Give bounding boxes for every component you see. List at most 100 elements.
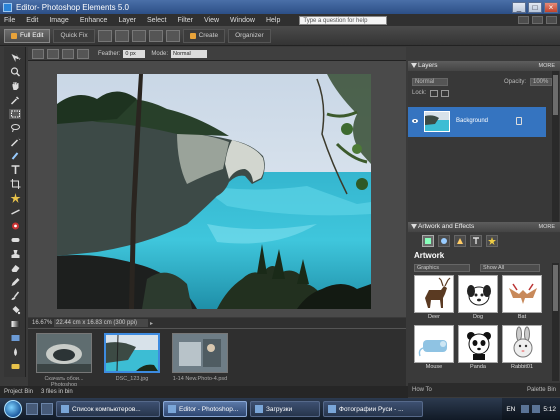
bin-thumb-2[interactable] [104, 333, 160, 373]
menu-layer[interactable]: Layer [118, 17, 136, 24]
menu-window[interactable]: Window [230, 17, 255, 24]
healing-brush-tool-icon[interactable] [9, 235, 21, 245]
tab-quick-fix[interactable]: Quick Fix [53, 28, 95, 43]
gradient-tool-icon[interactable] [9, 319, 21, 329]
taskbar-button-downloads[interactable]: Загрузки [250, 401, 320, 417]
menu-edit[interactable]: Edit [26, 17, 38, 24]
layers-more-button[interactable]: MORE [539, 61, 556, 71]
undo-icon[interactable] [165, 29, 180, 42]
selection-brush-tool-icon[interactable] [9, 151, 21, 161]
move-tool-icon[interactable] [9, 53, 21, 63]
lock-all-icon[interactable] [441, 89, 450, 97]
taskbar-button-4[interactable]: Фотографии Руси - ... [323, 401, 423, 417]
favorites-tab-icon[interactable] [486, 235, 498, 247]
menu-filter[interactable]: Filter [177, 17, 193, 24]
menu-file[interactable]: File [4, 17, 15, 24]
blend-mode-select[interactable]: Normal [412, 78, 448, 86]
quick-launch-ie-icon[interactable] [41, 403, 53, 415]
mode-select[interactable]: Normal [171, 49, 208, 58]
tab-organizer[interactable]: Organizer [228, 28, 271, 43]
new-selection-icon[interactable] [32, 48, 44, 59]
artwork-item-rabbit[interactable] [502, 325, 542, 363]
clock[interactable]: 5:12 [543, 406, 556, 413]
artwork-item-deer[interactable] [414, 275, 454, 313]
menu-select[interactable]: Select [147, 17, 166, 24]
artwork-item-mouse[interactable] [414, 325, 454, 363]
artwork-category-select[interactable]: Graphics [414, 264, 470, 272]
tab-full-edit[interactable]: Full Edit [4, 28, 51, 43]
artwork-tab-icon[interactable] [422, 235, 434, 247]
layers-panel-header[interactable]: Layers MORE [408, 61, 560, 71]
lasso-tool-icon[interactable] [9, 123, 21, 133]
hand-tool-icon[interactable] [9, 81, 21, 91]
eyedropper-tool-icon[interactable] [9, 95, 21, 105]
tab-create[interactable]: Create [182, 28, 226, 43]
subtract-selection-icon[interactable] [62, 48, 74, 59]
save-icon[interactable] [131, 29, 146, 42]
artwork-panel-header[interactable]: Artwork and Effects MORE [408, 222, 560, 232]
shape-tool-icon[interactable] [9, 333, 21, 343]
menu-view[interactable]: View [204, 17, 219, 24]
help-search-input[interactable]: Type a question for help [299, 15, 388, 25]
pencil-tool-icon[interactable] [9, 277, 21, 287]
palette-bin-toggle[interactable]: Palette Bin [527, 387, 556, 393]
red-eye-tool-icon[interactable] [9, 221, 21, 231]
project-bin-label[interactable]: Project Bin [4, 389, 33, 395]
menu-help[interactable]: Help [266, 17, 280, 24]
language-indicator[interactable]: EN [506, 406, 515, 413]
zoom-tool-icon[interactable] [9, 67, 21, 77]
artwork-scrollbar[interactable] [552, 263, 559, 381]
straighten-tool-icon[interactable] [9, 207, 21, 217]
artwork-filter-select[interactable]: Show All [480, 264, 540, 272]
zoom-level[interactable]: 16.67% [32, 320, 54, 326]
taskbar-button-1[interactable]: Список компьютеров... [56, 401, 160, 417]
doc-restore-button[interactable] [532, 16, 543, 24]
paint-bucket-tool-icon[interactable] [9, 305, 21, 315]
layers-scrollbar[interactable] [552, 71, 559, 222]
doc-close-button[interactable] [546, 16, 557, 24]
intersect-selection-icon[interactable] [77, 48, 89, 59]
open-icon[interactable] [114, 29, 129, 42]
crop-tool-icon[interactable] [9, 179, 21, 189]
print-icon[interactable] [148, 29, 163, 42]
artwork-item-panda[interactable] [458, 325, 498, 363]
eraser-tool-icon[interactable] [9, 263, 21, 273]
start-button[interactable] [4, 400, 22, 418]
photo-canvas[interactable] [57, 74, 371, 309]
marquee-tool-icon[interactable] [9, 109, 21, 119]
show-desktop-icon[interactable] [26, 403, 38, 415]
visibility-eye-icon[interactable] [412, 118, 418, 124]
new-icon[interactable] [97, 29, 112, 42]
maximize-button[interactable]: □ [528, 1, 542, 13]
layer-row-background[interactable]: Background [408, 107, 546, 137]
lock-transparency-icon[interactable] [430, 89, 439, 97]
sponge-tool-icon[interactable] [9, 361, 21, 371]
status-menu-arrow-icon[interactable]: ▸ [150, 320, 153, 327]
taskbar-button-photoshop[interactable]: Editor - Photoshop... [163, 401, 247, 417]
network-icon[interactable] [521, 405, 530, 413]
brush-tool-icon[interactable] [9, 291, 21, 301]
minimize-button[interactable]: _ [512, 1, 526, 13]
artwork-item-bat[interactable] [502, 275, 542, 313]
artwork-more-button[interactable]: MORE [539, 222, 556, 232]
filters-tab-icon[interactable] [454, 235, 466, 247]
clone-stamp-tool-icon[interactable] [9, 249, 21, 259]
menu-enhance[interactable]: Enhance [80, 17, 108, 24]
cookie-cutter-tool-icon[interactable] [9, 193, 21, 203]
effects-tab-icon[interactable] [438, 235, 450, 247]
bin-thumb-1[interactable] [36, 333, 92, 373]
title-bar[interactable]: Editor- Photoshop Elements 5.0 _ □ × [0, 0, 560, 14]
add-selection-icon[interactable] [47, 48, 59, 59]
how-to-button[interactable]: How To [412, 387, 432, 393]
magic-wand-tool-icon[interactable] [9, 137, 21, 147]
menu-image[interactable]: Image [49, 17, 68, 24]
text-styles-tab-icon[interactable] [470, 235, 482, 247]
feather-input[interactable]: 0 px [123, 49, 146, 58]
close-button[interactable]: × [544, 1, 558, 13]
type-tool-icon[interactable] [9, 165, 21, 175]
doc-minimize-button[interactable] [518, 16, 529, 24]
artwork-item-dog[interactable] [458, 275, 498, 313]
blur-tool-icon[interactable] [9, 347, 21, 357]
bin-thumb-3[interactable] [172, 333, 228, 373]
opacity-input[interactable]: 100% [530, 78, 552, 86]
